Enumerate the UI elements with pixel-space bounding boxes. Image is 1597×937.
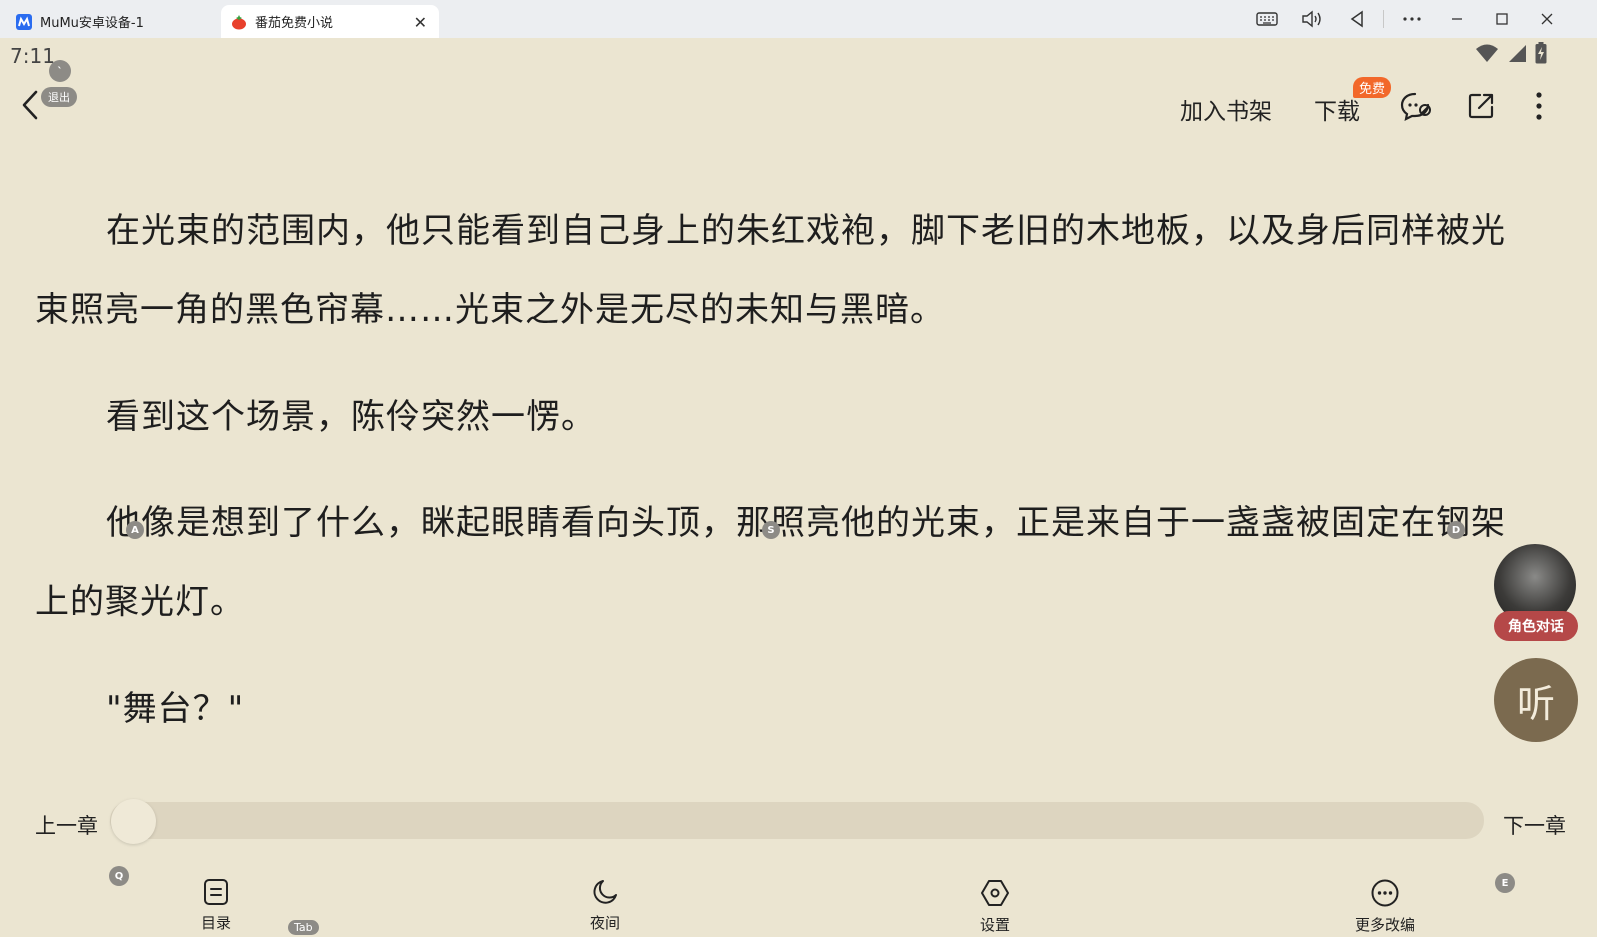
moon-icon — [591, 878, 619, 910]
hint-backtick: ` — [49, 60, 71, 82]
night-label: 夜间 — [589, 914, 620, 932]
hint-d: D — [1447, 521, 1465, 539]
hint-s: S — [762, 521, 780, 539]
back-triangle-icon[interactable] — [1335, 0, 1379, 38]
hint-q: Q — [109, 866, 129, 886]
mumu-icon — [16, 13, 32, 30]
paragraph: 看到这个场景，陈伶突然一愣。 — [106, 397, 596, 437]
chapter-progress-track[interactable] — [110, 802, 1484, 839]
more-adapt-label: 更多改编 — [1354, 916, 1415, 934]
toc-label: 目录 — [200, 914, 231, 932]
settings-icon — [980, 878, 1010, 912]
separator — [1383, 10, 1384, 28]
settings-label: 设置 — [979, 916, 1010, 934]
window-titlebar: MuMu安卓设备-1 番茄免费小说 ✕ — [0, 0, 1597, 38]
add-to-shelf-button[interactable]: 加入书架 — [1180, 92, 1272, 126]
hint-exit: 退出 — [41, 87, 77, 107]
signal-icon — [1507, 43, 1527, 67]
next-chapter-button[interactable]: 下一章 — [1503, 810, 1566, 840]
tab-label: 番茄免费小说 — [255, 16, 334, 31]
tab-fanqie[interactable]: 番茄免费小说 ✕ — [221, 5, 439, 38]
close-window-icon[interactable] — [1525, 0, 1569, 38]
comment-icon[interactable] — [1398, 88, 1434, 124]
hint-a: A — [126, 521, 144, 539]
toc-button[interactable]: 目录 — [171, 878, 261, 933]
battery-icon — [1535, 42, 1547, 68]
hint-tab: Tab — [288, 920, 319, 935]
tab-label: MuMu安卓设备-1 — [40, 16, 144, 31]
volume-icon[interactable] — [1290, 0, 1334, 38]
tab-close-icon[interactable]: ✕ — [414, 13, 427, 32]
more-circle-icon — [1370, 878, 1400, 912]
more-icon[interactable] — [1390, 0, 1434, 38]
toc-icon — [203, 878, 229, 910]
role-chat-button[interactable]: 角色对话 — [1494, 611, 1578, 641]
share-icon[interactable] — [1463, 88, 1499, 124]
night-mode-button[interactable]: 夜间 — [560, 878, 650, 933]
paragraph: "舞台？" — [106, 689, 245, 729]
more-menu-icon[interactable] — [1521, 88, 1557, 124]
tab-mumu[interactable]: MuMu安卓设备-1 — [8, 5, 218, 38]
tomato-icon — [231, 14, 247, 30]
listen-button[interactable]: 听 — [1494, 658, 1578, 742]
maximize-icon[interactable] — [1480, 0, 1524, 38]
paragraph: 在光束的范围内，他只能看到自己身上的朱红戏袍，脚下老旧的木地板，以及身后同样被光… — [35, 211, 1506, 330]
status-icons — [1475, 42, 1547, 68]
settings-button[interactable]: 设置 — [950, 878, 1040, 935]
more-adapt-button[interactable]: 更多改编 — [1340, 878, 1430, 935]
status-time: 7:11 — [10, 44, 55, 68]
minimize-icon[interactable] — [1435, 0, 1479, 38]
chapter-progress-knob[interactable] — [111, 799, 156, 844]
back-icon[interactable] — [18, 88, 44, 122]
prev-chapter-button[interactable]: 上一章 — [35, 810, 98, 840]
keyboard-icon[interactable] — [1245, 0, 1289, 38]
paragraph: 他像是想到了什么，眯起眼睛看向头顶，那照亮他的光束，正是来自于一盏盏被固定在钢架… — [35, 503, 1506, 622]
free-badge: 免费 — [1353, 77, 1392, 98]
wifi-icon — [1475, 43, 1499, 67]
hint-e: E — [1495, 873, 1515, 893]
